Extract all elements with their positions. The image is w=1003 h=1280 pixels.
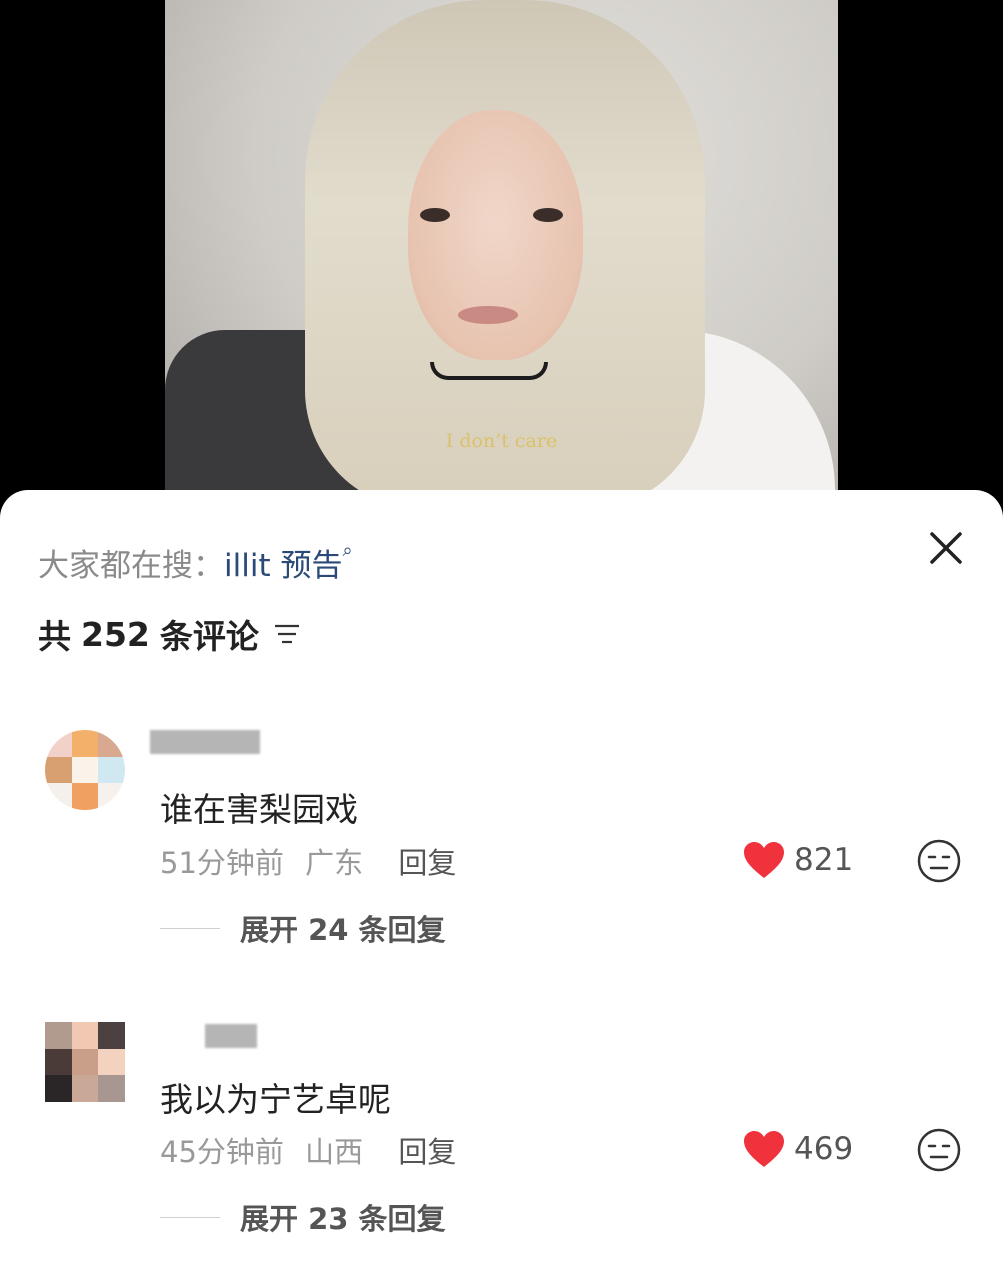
comment-time: 45分钟前 (160, 1135, 284, 1169)
reaction-emoji-icon[interactable] (916, 1127, 962, 1173)
comment-meta: 45分钟前 山西 回复 (160, 1129, 456, 1171)
like-button[interactable]: 821 (742, 840, 853, 880)
comment-location: 山西 (305, 1135, 364, 1169)
like-button[interactable]: 469 (742, 1129, 853, 1169)
like-count: 469 (794, 1131, 854, 1167)
expand-replies-label: 展开 24 条回复 (240, 913, 446, 947)
comment-meta: 51分钟前 广东 回复 (160, 840, 456, 882)
search-suggestion-keyword[interactable]: illit 预告 (224, 548, 342, 584)
expand-replies-button[interactable]: 展开 24 条回复 (160, 907, 446, 949)
avatar[interactable] (45, 1022, 125, 1102)
close-icon[interactable] (918, 520, 974, 576)
comment-time: 51分钟前 (160, 846, 284, 880)
video-frame: I don’t care (165, 0, 838, 520)
comment-text: 我以为宁艺卓呢 (160, 1080, 391, 1119)
heart-icon (744, 842, 784, 878)
like-count: 821 (794, 842, 854, 878)
video-player[interactable]: I don’t care (0, 0, 1003, 520)
reply-button[interactable]: 回复 (398, 846, 456, 880)
reply-button[interactable]: 回复 (398, 1135, 456, 1169)
video-caption: I don’t care (445, 430, 558, 452)
video-person-eye (420, 208, 450, 222)
search-suggestion-prefix: 大家都在搜： (38, 548, 224, 584)
video-person-choker (430, 362, 548, 380)
divider (160, 1216, 220, 1218)
comment-count-prefix: 共 (38, 617, 71, 656)
username-blurred[interactable] (150, 730, 260, 754)
comment-count-suffix: 条评论 (159, 617, 259, 656)
avatar[interactable] (45, 730, 125, 810)
comment-count-header: 共 252 条评论 (38, 610, 301, 658)
username-blurred[interactable] (205, 1024, 257, 1048)
search-icon: ⌕ (342, 540, 353, 561)
video-person-eye (533, 208, 563, 222)
video-person-lips (458, 306, 518, 324)
search-suggestion[interactable]: 大家都在搜：illit 预告⌕ (38, 540, 353, 585)
comment-location: 广东 (305, 846, 364, 880)
sort-filter-icon[interactable] (273, 622, 301, 646)
heart-icon (744, 1131, 784, 1167)
comment-count: 252 (81, 614, 150, 654)
expand-replies-button[interactable]: 展开 23 条回复 (160, 1196, 446, 1238)
divider (160, 927, 220, 929)
comment-text: 谁在害梨园戏 (160, 790, 358, 829)
expand-replies-label: 展开 23 条回复 (240, 1202, 446, 1236)
reaction-emoji-icon[interactable] (916, 838, 962, 884)
